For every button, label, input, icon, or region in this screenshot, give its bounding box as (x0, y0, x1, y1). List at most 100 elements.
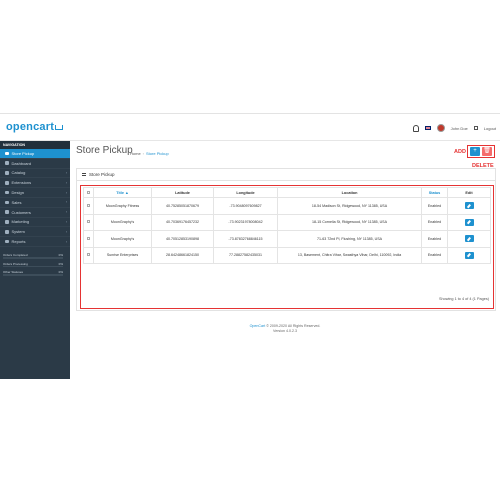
cell-edit (447, 230, 491, 248)
footer-brand-link[interactable]: OpenCart (250, 324, 266, 328)
logout-icon[interactable] (473, 126, 478, 130)
cart-logo-icon (55, 124, 64, 130)
checkbox[interactable] (87, 203, 90, 207)
header-tools: John Doe Logout (412, 123, 496, 133)
sidebar-item-reports[interactable]: Reports › (0, 237, 70, 247)
cell-title: MoonGraphy Fitness (93, 197, 152, 215)
admin-window: opencart John Doe Logout NAVIGATION Stor… (0, 113, 500, 379)
column-location[interactable]: Location (277, 187, 422, 198)
sidebar-item-label: Marketing (11, 219, 30, 225)
edit-pencil-icon[interactable] (464, 218, 474, 226)
checkbox[interactable] (87, 190, 90, 194)
cell-title: MoonGraphy's (93, 230, 152, 248)
cell-latitude: 40.75285051870679 (151, 197, 214, 215)
checkbox[interactable] (87, 236, 90, 240)
cell-longitude: -73.87832768846115 (213, 230, 278, 248)
avatar[interactable] (436, 124, 445, 132)
sidebar-item-catalog[interactable]: Catalog › (0, 169, 70, 179)
row-checkbox-cell[interactable] (83, 197, 94, 215)
chevron-right-icon: › (65, 210, 67, 215)
cell-edit (447, 197, 491, 215)
table-header-row: Title ▲ Latitude Longitude Location Stat… (83, 187, 491, 198)
sidebar-item-label: System (11, 229, 25, 235)
status-progress-bar (3, 265, 63, 267)
sidebar-item-label: Design (11, 190, 24, 196)
cell-longitude: -73.9048097609827 (213, 197, 278, 215)
chevron-right-icon: › (65, 219, 67, 224)
sidebar-item-store-pickup[interactable]: Store Pickup (0, 149, 70, 159)
edit-pencil-icon[interactable] (464, 202, 474, 210)
sidebar-item-sales[interactable]: Sales › (0, 198, 70, 208)
sidebar-item-system[interactable]: System › (0, 227, 70, 238)
cart-icon (5, 200, 9, 205)
column-title[interactable]: Title ▲ (93, 187, 152, 198)
sidebar: NAVIGATION Store Pickup Dashboard Catalo… (0, 141, 70, 379)
top-header: opencart John Doe Logout (0, 114, 500, 141)
cell-edit (447, 213, 491, 231)
share-icon (5, 220, 9, 224)
list-icon (82, 173, 86, 177)
sidebar-item-marketing[interactable]: Marketing › (0, 218, 70, 228)
sidebar-item-dashboard[interactable]: Dashboard (0, 159, 70, 169)
chevron-right-icon: › (65, 190, 67, 195)
table-row: MoonGraphy's 40.70369176457232 -73.90231… (83, 213, 491, 231)
select-all-checkbox[interactable] (83, 187, 94, 198)
sidebar-item-label: Reports (11, 239, 26, 245)
main-content: Store Pickup Home › Store Pickup ADD + 🗑 D… (70, 141, 500, 379)
cell-title: Sunrise Enterprises (93, 246, 152, 264)
column-status[interactable]: Status (421, 187, 448, 198)
checkbox[interactable] (87, 220, 90, 224)
column-latitude[interactable]: Latitude (151, 187, 214, 198)
user-name[interactable]: John Doe (451, 126, 468, 131)
cell-location: 18-15 Cornelia St, Ridgewood, NY 11385, … (277, 213, 422, 231)
canvas: opencart John Doe Logout NAVIGATION Stor… (0, 0, 500, 500)
add-button[interactable]: + (470, 147, 480, 156)
chevron-right-icon: › (65, 229, 67, 234)
status-label: Other Statuses (3, 270, 24, 274)
sidebar-item-design[interactable]: Design › (0, 188, 70, 198)
cell-longitude: -73.90231978008042 (213, 213, 278, 231)
puzzle-icon (5, 181, 9, 185)
cell-status: Enabled (421, 246, 448, 264)
status-label: Orders Processing (3, 261, 28, 266)
edit-pencil-icon[interactable] (464, 251, 474, 259)
delete-button[interactable]: 🗑 (482, 147, 492, 156)
status-progress-bar (3, 274, 63, 276)
cell-location: 13, Basement, Chitra Vihar, Swasthya Vih… (277, 246, 422, 264)
sidebar-item-customers[interactable]: Customers › (0, 208, 70, 218)
footer-copyright: © 2009-2020 All Rights Reserved. (265, 324, 321, 328)
pin-icon (5, 151, 9, 156)
sidebar-item-extensions[interactable]: Extensions › (0, 178, 70, 189)
logo-text: opencart (6, 121, 55, 133)
opencart-logo[interactable]: opencart (6, 121, 64, 133)
breadcrumb-separator: › (142, 151, 145, 156)
cell-latitude: 40.70369176457232 (151, 213, 214, 231)
row-checkbox-cell[interactable] (83, 230, 94, 248)
gear-icon (5, 230, 9, 234)
chevron-right-icon: › (65, 170, 67, 175)
sidebar-item-label: Extensions (11, 180, 32, 186)
column-longitude[interactable]: Longitude (213, 187, 278, 198)
edit-pencil-icon[interactable] (464, 235, 474, 243)
sidebar-item-label: Dashboard (11, 160, 32, 166)
cell-location: 71-63 72nd Pl, Flushing, NY 11385, USA (277, 230, 422, 248)
cell-edit (447, 246, 491, 264)
breadcrumb-current[interactable]: Store Pickup (146, 151, 169, 156)
cell-longitude: 77.28827582435031 (213, 246, 278, 264)
monitor-icon (5, 190, 9, 195)
chevron-right-icon: › (65, 239, 67, 244)
panel-heading: Store Pickup (77, 169, 495, 181)
cell-status: Enabled (421, 197, 448, 215)
row-checkbox-cell[interactable] (83, 246, 94, 264)
cell-latitude: 28.64248661824150 (151, 246, 214, 264)
table-row: MoonGraphy's 40.70512853190898 -73.87832… (83, 230, 491, 248)
chevron-right-icon: › (65, 180, 67, 185)
footer: OpenCart © 2009-2020 All Rights Reserved… (70, 324, 500, 334)
user-icon (5, 210, 9, 214)
bell-icon[interactable] (412, 124, 419, 132)
checkbox[interactable] (87, 253, 90, 257)
row-checkbox-cell[interactable] (83, 213, 94, 231)
breadcrumb-home[interactable]: Home (130, 151, 141, 156)
logout-link[interactable]: Logout (484, 126, 496, 131)
flag-icon[interactable] (424, 126, 431, 130)
